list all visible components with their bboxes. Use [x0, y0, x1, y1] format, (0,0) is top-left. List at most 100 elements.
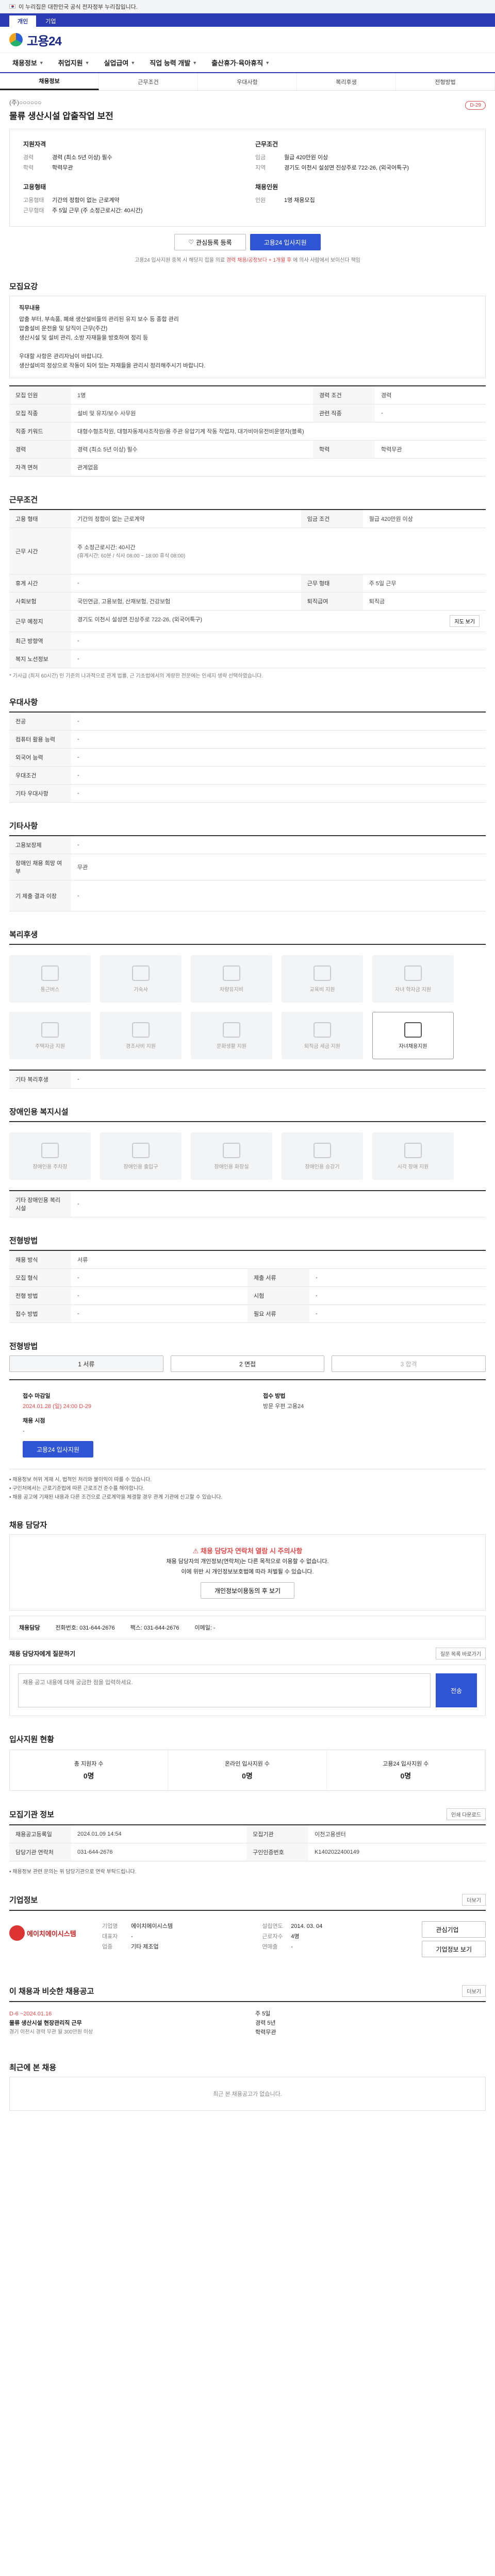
- welfare-item: 통근버스: [9, 955, 91, 1003]
- tab-conditions[interactable]: 근무조건: [99, 73, 198, 90]
- company-logo-icon: [9, 1925, 25, 1941]
- welfare-other: 기타 복리후생 -: [9, 1070, 486, 1089]
- envelope-icon: [132, 1022, 150, 1038]
- privacy-warning: ⚠ 채용 담당자 연락처 열람 시 주의사항 채용 담당자의 개인정보(연락처)…: [9, 1534, 486, 1611]
- tab-individual[interactable]: 개인: [9, 15, 37, 27]
- disability-other: 기타 장애인용 복리시설 -: [9, 1190, 486, 1217]
- section-similar: 이 채용과 비슷한 채용공고 더보기: [9, 1985, 486, 1997]
- section-disability: 장애인용 복지시설: [9, 1108, 69, 1116]
- nav-item[interactable]: 출산휴가·육아휴직 ▼: [204, 58, 277, 67]
- tab-process[interactable]: 전형방법: [396, 73, 495, 90]
- welfare-item: 주택자금 지원: [9, 1012, 91, 1059]
- nav-item[interactable]: 채용정보 ▼: [5, 58, 51, 67]
- restroom-icon: [223, 1142, 240, 1158]
- status-box: 총 지원자 수 0명 온라인 입사지원 수 0명 고용24 입사지원 수 0명: [9, 1750, 486, 1791]
- company-more-link[interactable]: 더보기: [462, 1894, 486, 1906]
- welfare-item: 퇴직금 세금 지원: [282, 1012, 363, 1059]
- process-table: 채용 방식 서류 모집 형식 - 제출 서류 - 전형 방법 - 시험 - 접수 방법 - 필요 …: [9, 1250, 486, 1323]
- chevron-down-icon: ▼: [192, 60, 197, 65]
- etc-table: 고용보장제 - 장애인 채용 희망 여부 무관 기 제출 결과 이장 -: [9, 835, 486, 911]
- section-process: 전형방법: [9, 1236, 38, 1245]
- conditions-note: * 기사급 (최저 60시간) 인 기준의 나과적으로 관계 법률, 근 기초법…: [9, 673, 263, 679]
- agency-table: 채용공고등록일 2024.01.09 14:54 모집기관 이천고용센터 담당기관 연…: [9, 1824, 486, 1861]
- tab-welfare[interactable]: 복리후생: [297, 73, 396, 90]
- chevron-down-icon: ▼: [39, 60, 44, 65]
- section-recent: 최근에 본 채용: [9, 2063, 57, 2072]
- qa-heading: 채용 담당자에게 질문하기 질문 목록 바로가기: [9, 1648, 486, 1659]
- disability-item: 시각 장애 지원: [372, 1132, 454, 1180]
- door-icon: [132, 1142, 150, 1158]
- recruit-table: 모집 인원 1명 경력 조건 경력 모집 직종 설비 및 유지/보수 사무원 관련 직종 -…: [9, 385, 486, 477]
- company-logo: 에이치에이시스템: [9, 1921, 87, 1945]
- nav-item[interactable]: 취업지원 ▼: [51, 58, 97, 67]
- section-recruit: 모집요강: [9, 282, 38, 291]
- welfare-item: 자녀 학자금 지원: [372, 955, 454, 1003]
- summary-box: 지원자격 경력 경력 (최소 5년 이상) 필수 학력 학력무관 고용형태 고용형태…: [9, 129, 486, 227]
- baby-icon: [404, 1022, 422, 1038]
- map-button[interactable]: 지도 보기: [450, 615, 480, 627]
- company-box: 에이치에이시스템 기업명 에이치에이시스템 대표자 - 업종 기타 제조업 설립연도 2…: [9, 1910, 486, 1968]
- emp-heading: 고용형태: [23, 183, 46, 191]
- company-info-button[interactable]: 기업정보 보기: [422, 1941, 486, 1957]
- recent-empty: 최근 본 채용공고가 없습니다.: [9, 2077, 486, 2111]
- apply-note: 고용24 입사지원 중복 시 해당지 접을 의료 경력 채용/공정보다 + 1개…: [135, 258, 360, 263]
- section-preferences: 우대사항: [9, 698, 38, 707]
- section-manager: 채용 담당자: [9, 1521, 47, 1530]
- heart-icon: ♡: [188, 239, 194, 246]
- qa-send-button[interactable]: 전송: [436, 1673, 477, 1707]
- nav-item[interactable]: 실업급여 ▼: [97, 58, 143, 67]
- process-steps: 1 서류 2 면접 3 합격: [9, 1355, 486, 1372]
- chevron-down-icon: ▼: [130, 60, 136, 65]
- dormitory-icon: [132, 965, 150, 981]
- cond-heading: 근무조건: [255, 141, 278, 148]
- similar-more-link[interactable]: 더보기: [462, 1985, 486, 1997]
- flag-icon: [9, 4, 15, 9]
- section-agency: 모집기관 정보 인쇄 다운로드: [9, 1808, 486, 1820]
- apply-button[interactable]: 고용24 입사지원: [250, 234, 321, 250]
- section-etc: 기타사항: [9, 822, 38, 831]
- welfare-item: 교육비 지원: [282, 955, 363, 1003]
- section-welfare: 복리후생: [9, 930, 38, 939]
- preferences-table: 전공 - 컴퓨터 활용 능력 - 외국어 능력 - 우대조건 - 기타 우대사항 -: [9, 711, 486, 803]
- tab-preferences[interactable]: 우대사항: [198, 73, 297, 90]
- disability-item: 장애인용 승강기: [282, 1132, 363, 1180]
- apply-button-2[interactable]: 고용24 입사지원: [23, 1441, 93, 1458]
- qa-list-link[interactable]: 질문 목록 바로가기: [435, 1648, 486, 1659]
- qa-input[interactable]: [18, 1673, 431, 1707]
- audience-tabs: 개인 기업: [0, 13, 495, 27]
- apply-box: 접수 마감일 2024.01.28 (일) 24:00 D-29 채용 시점 -…: [9, 1379, 486, 1469]
- logo[interactable]: 고용24: [27, 31, 62, 49]
- welfare-item-active: 자녀채용지원: [372, 1012, 454, 1059]
- hr-heading: 채용인원: [255, 183, 278, 191]
- qa-box: 전송: [9, 1665, 486, 1716]
- tab-company[interactable]: 기업: [37, 15, 64, 27]
- consent-button[interactable]: 개인정보이용동의 후 보기: [200, 1582, 295, 1599]
- conditions-table: 고용 형태 기간의 정함이 없는 근로계약 임금 조건 월급 420만원 이상 근무 …: [9, 509, 486, 668]
- header: 고용24: [0, 27, 495, 53]
- section-apply: 전형방법: [9, 1342, 38, 1351]
- chevron-down-icon: ▼: [265, 60, 270, 65]
- disability-item: 장애인용 화장실: [191, 1132, 272, 1180]
- eye-icon: [404, 1142, 422, 1158]
- chevron-down-icon: ▼: [85, 60, 90, 65]
- gov-banner-text: 이 누리집은 대한민국 공식 전자정부 누리집입니다.: [19, 4, 138, 10]
- notes: • 채용정보 허위 게재 시, 법적인 처리와 불이익이 따를 수 있습니다. …: [9, 1477, 223, 1500]
- print-button[interactable]: 인쇄 다운로드: [447, 1808, 486, 1820]
- company-name: (주)○○○○○○: [9, 99, 42, 106]
- scrap-button[interactable]: ♡ 관심등록 등록: [174, 234, 246, 250]
- house-icon: [41, 1022, 59, 1038]
- fav-company-button[interactable]: 관심기업: [422, 1921, 486, 1938]
- duty-box: 직무내용 압출 부터, 부속품, 폐쇄 생산설비들의 관리된 유지 보수 등 종…: [9, 296, 486, 378]
- parking-icon: [41, 1142, 59, 1158]
- disability-item: 장애인용 출입구: [100, 1132, 182, 1180]
- nav-item[interactable]: 직업 능력 개발 ▼: [142, 58, 204, 67]
- gov-banner: 이 누리집은 대한민국 공식 전자정부 누리집입니다.: [0, 0, 495, 13]
- tab-recruit[interactable]: 채용정보: [0, 73, 99, 90]
- similar-job[interactable]: D-6 ~2024.01.16 물류 생산시설 현장관리직 근무 경기 이천시 경력…: [9, 2001, 486, 2044]
- dday-badge: D-29: [465, 101, 486, 110]
- graduation-icon: [404, 965, 422, 981]
- elevator-icon: [314, 1142, 331, 1158]
- section-tabs: 채용정보 근무조건 우대사항 복리후생 전형방법: [0, 73, 495, 91]
- logo-icon[interactable]: [9, 33, 23, 46]
- manager-contact: 채용담당 전화번호: 031-644-2676 팩스: 031-644-2676 이…: [9, 1616, 486, 1639]
